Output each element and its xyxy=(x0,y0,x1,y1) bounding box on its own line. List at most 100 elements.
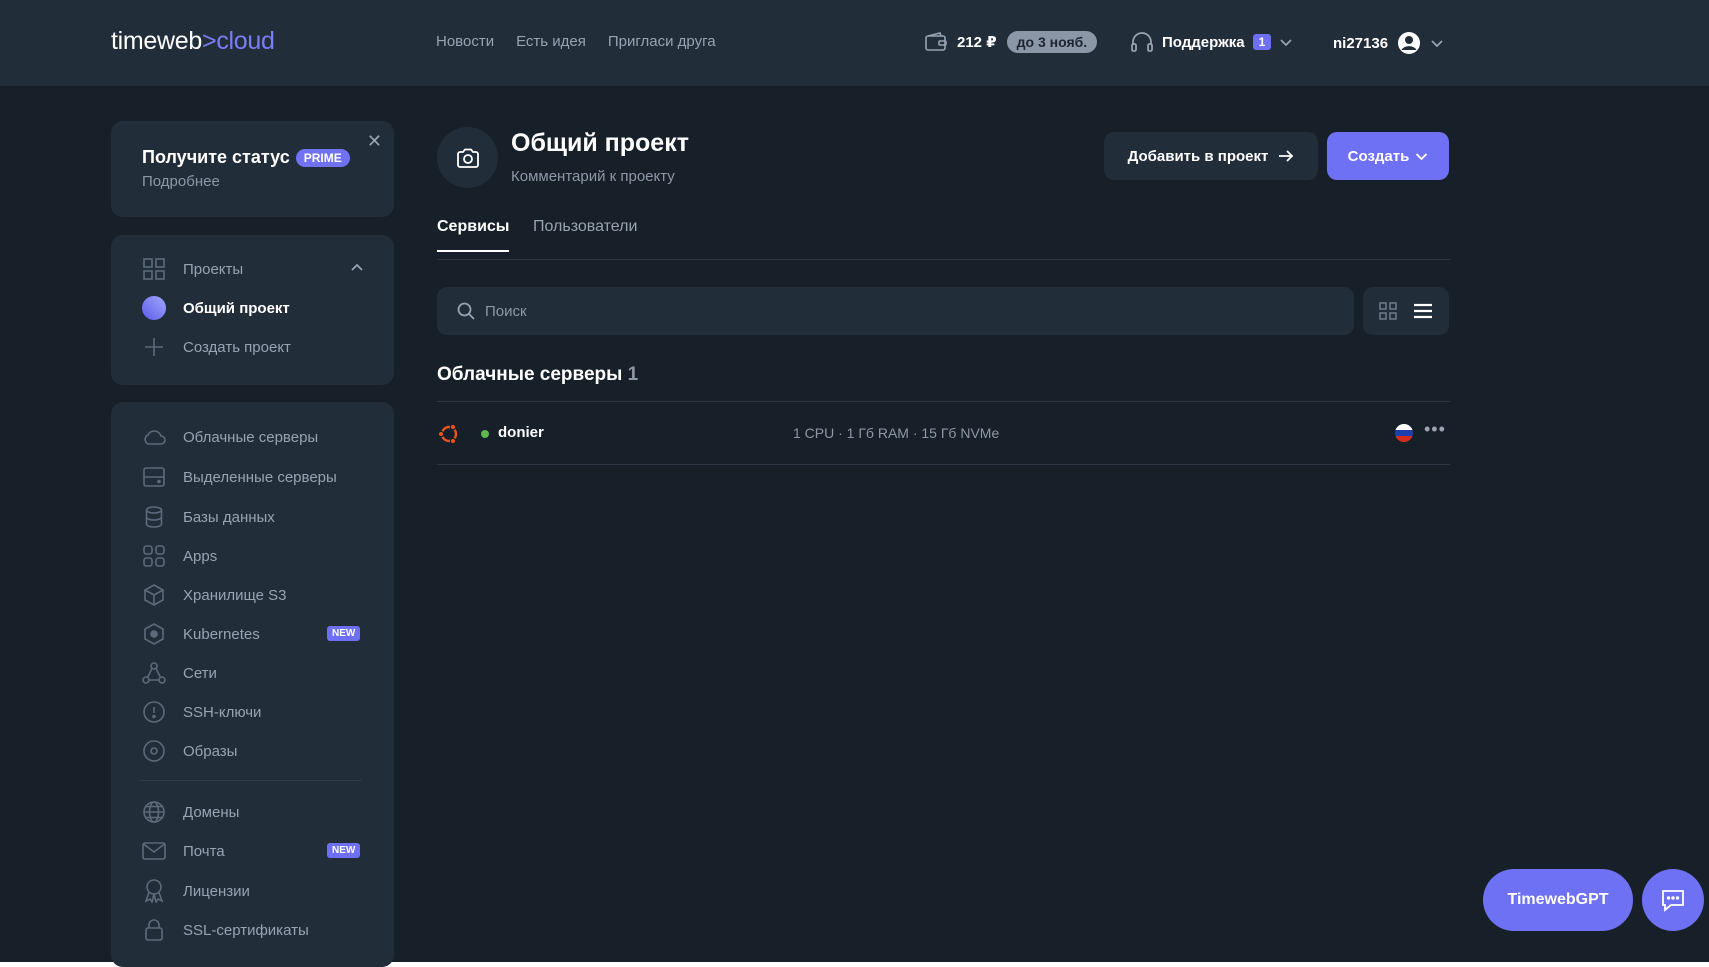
sidebar-item-s3-storage[interactable]: Хранилище S3 xyxy=(142,583,287,607)
chevron-down-icon xyxy=(1279,37,1293,47)
mail-icon xyxy=(142,839,166,863)
network-icon xyxy=(142,661,166,685)
logo-separator: > xyxy=(202,27,217,55)
globe-icon xyxy=(142,800,166,824)
sidebar-item-label: Домены xyxy=(183,803,240,821)
sidebar-item-images[interactable]: Образы xyxy=(142,739,237,763)
status-dot xyxy=(481,430,489,438)
server-spec: 1 CPU · 1 Гб RAM · 15 Гб NVMe xyxy=(793,425,1000,441)
search-input[interactable] xyxy=(485,302,1325,320)
create-button[interactable]: Создать xyxy=(1327,132,1449,180)
sidebar-item-cloud-servers[interactable]: Облачные серверы xyxy=(142,425,318,449)
prime-tag: PRIME xyxy=(295,148,350,167)
support-label: Поддержка xyxy=(1162,33,1245,51)
sidebar-item-ssl[interactable]: SSL-сертификаты xyxy=(142,918,309,942)
sidebar-item-domains[interactable]: Домены xyxy=(142,800,239,824)
close-icon[interactable]: ✕ xyxy=(367,131,382,152)
project-tabs: Сервисы Пользователи xyxy=(437,218,1450,260)
balance-widget[interactable]: 212 ₽ до 3 нояб. xyxy=(925,31,1098,53)
project-avatar-icon xyxy=(142,296,166,320)
projects-header[interactable]: Проекты xyxy=(142,257,243,281)
sidebar-divider xyxy=(140,780,362,781)
sidebar-item-dedicated-servers[interactable]: Выделенные серверы xyxy=(142,465,337,489)
chevron-up-icon[interactable] xyxy=(350,263,364,273)
sidebar-item-ssh-keys[interactable]: SSH-ключи xyxy=(142,700,261,724)
disc-icon xyxy=(142,739,166,763)
sidebar-item-mail[interactable]: Почта xyxy=(142,839,225,863)
add-to-project-button[interactable]: Добавить в проект xyxy=(1104,132,1318,180)
prime-title-text: Получите статус xyxy=(142,147,290,167)
headset-icon xyxy=(1130,31,1154,53)
sidebar-item-label: Облачные серверы xyxy=(183,428,319,446)
sidebar-item-label: Базы данных xyxy=(183,508,275,526)
sidebar-item-label: Сети xyxy=(183,664,217,682)
logo[interactable]: timeweb>cloud xyxy=(111,27,275,56)
app: timeweb>cloud Новости Есть идея Пригласи… xyxy=(0,0,1709,967)
prime-promo-card: Получите статус PRIME Подробнее ✕ xyxy=(111,121,394,217)
project-avatar[interactable] xyxy=(437,127,498,188)
project-comment[interactable]: Комментарий к проекту xyxy=(511,168,675,185)
camera-icon xyxy=(456,148,480,168)
top-bar: timeweb>cloud Новости Есть идея Пригласи… xyxy=(0,0,1709,86)
new-badge-mail: NEW xyxy=(327,843,361,858)
sidebar-item-label: Apps xyxy=(183,547,218,565)
nav-link-idea[interactable]: Есть идея xyxy=(516,33,586,50)
server-icon xyxy=(142,465,166,489)
projects-card: Проекты Общий проект Создать проект xyxy=(111,235,394,385)
sidebar-item-current-project[interactable]: Общий проект xyxy=(142,296,290,320)
sidebar-item-kubernetes[interactable]: Kubernetes xyxy=(142,622,260,646)
sidebar-item-databases[interactable]: Базы данных xyxy=(142,505,275,529)
plus-icon xyxy=(142,335,166,359)
tab-users[interactable]: Пользователи xyxy=(533,218,637,250)
current-project-label: Общий проект xyxy=(183,299,290,317)
logo-text-right: cloud xyxy=(216,27,275,55)
sidebar-item-licenses[interactable]: Лицензии xyxy=(142,879,250,903)
sidebar-item-label: Образы xyxy=(183,742,238,760)
timewebgpt-button[interactable]: TimewebGPT xyxy=(1483,869,1633,931)
prime-more-link[interactable]: Подробнее xyxy=(142,173,220,190)
search-bar xyxy=(437,287,1354,335)
key-icon xyxy=(142,700,166,724)
user-avatar-icon xyxy=(1397,31,1421,55)
sidebar-item-networks[interactable]: Сети xyxy=(142,661,217,685)
balance-amount: 212 ₽ xyxy=(957,34,997,51)
sidebar-item-label: Выделенные серверы xyxy=(183,468,337,486)
user-menu[interactable]: ni27136 xyxy=(1333,31,1444,55)
database-icon xyxy=(142,505,166,529)
list-view-icon[interactable] xyxy=(1413,303,1433,319)
chevron-down-icon xyxy=(1430,38,1444,48)
view-toggle xyxy=(1363,287,1449,335)
username: ni27136 xyxy=(1333,34,1389,52)
timewebgpt-label: TimewebGPT xyxy=(1507,891,1609,908)
server-name: donier xyxy=(498,424,544,441)
new-badge-kubernetes: NEW xyxy=(327,626,361,641)
prime-title: Получите статус PRIME xyxy=(142,147,350,168)
balance-until-badge: до 3 нояб. xyxy=(1006,31,1098,53)
nav-link-invite[interactable]: Пригласи друга xyxy=(608,33,716,50)
page-title: Общий проект xyxy=(511,129,689,157)
grid-view-icon[interactable] xyxy=(1379,302,1397,320)
support-menu[interactable]: Поддержка 1 xyxy=(1130,31,1293,53)
apps-icon xyxy=(142,544,166,568)
chat-button[interactable] xyxy=(1642,869,1704,931)
chevron-down-icon xyxy=(1415,152,1428,161)
create-project-button[interactable]: Создать проект xyxy=(142,335,291,359)
nav-link-news[interactable]: Новости xyxy=(436,33,494,50)
projects-label: Проекты xyxy=(183,260,244,278)
search-icon xyxy=(457,302,475,320)
sidebar-item-apps[interactable]: Apps xyxy=(142,544,217,568)
russia-flag-icon xyxy=(1395,424,1413,442)
create-project-label: Создать проект xyxy=(183,338,291,356)
section-title: Облачные серверы 1 xyxy=(437,364,638,386)
section-count: 1 xyxy=(627,364,639,385)
support-count-badge: 1 xyxy=(1252,34,1272,50)
section-title-text: Облачные серверы xyxy=(437,364,623,385)
server-row[interactable]: donier 1 CPU · 1 Гб RAM · 15 Гб NVMe ••• xyxy=(437,401,1450,465)
sidebar-item-label: Лицензии xyxy=(183,882,250,900)
logo-text-left: timeweb xyxy=(111,27,202,55)
more-options-icon[interactable]: ••• xyxy=(1424,419,1446,440)
sidebar-item-label: Kubernetes xyxy=(183,625,260,643)
services-nav-card: Облачные серверы Выделенные серверы Базы… xyxy=(111,402,394,967)
sidebar-item-label: SSL-сертификаты xyxy=(183,921,309,939)
tab-services[interactable]: Сервисы xyxy=(437,218,510,252)
